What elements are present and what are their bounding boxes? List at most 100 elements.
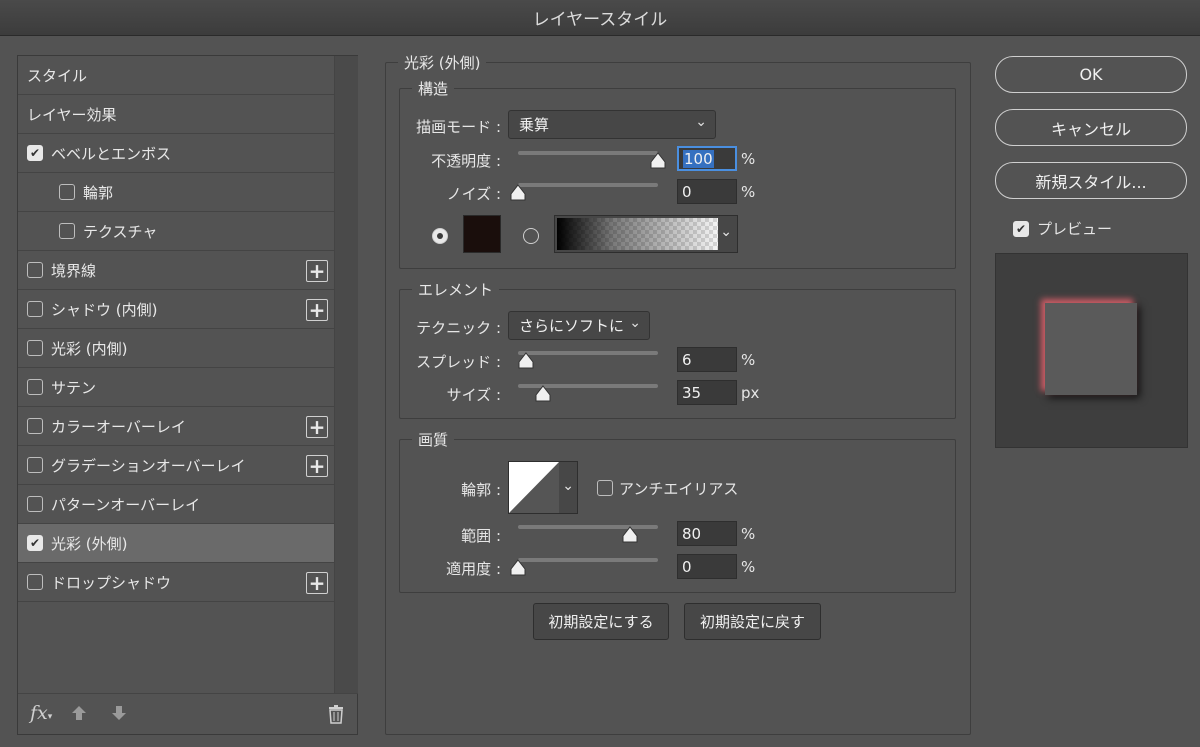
size-label: サイズ : xyxy=(446,386,501,404)
spread-unit: % xyxy=(741,351,756,369)
blend-mode-label: 描画モード : xyxy=(416,118,501,136)
preview-checkbox[interactable]: ✔ xyxy=(1013,220,1029,237)
cancel-button[interactable]: キャンセル xyxy=(995,109,1187,146)
jitter-input[interactable]: 0 xyxy=(677,554,737,579)
technique-value: さらにソフトに xyxy=(519,317,625,335)
technique-select[interactable]: さらにソフトに ⌄ xyxy=(508,311,650,340)
style-item-label: パターンオーバーレイ xyxy=(51,495,201,514)
blend-mode-select[interactable]: 乗算 ⌄ xyxy=(508,110,716,139)
style-item-label: カラーオーバーレイ xyxy=(51,417,186,436)
noise-unit: % xyxy=(741,183,756,201)
window-title: レイヤースタイル xyxy=(532,10,668,30)
style-item-checkbox[interactable] xyxy=(59,184,75,200)
opacity-label: 不透明度 : xyxy=(431,152,501,170)
style-item[interactable]: スタイル xyxy=(18,56,334,95)
preview-toggle[interactable]: ✔ プレビュー xyxy=(1013,218,1112,239)
style-item[interactable]: サテン xyxy=(18,368,334,407)
style-item[interactable]: シャドウ (内側) + xyxy=(18,290,334,329)
style-item-checkbox[interactable]: ✔ xyxy=(27,535,43,551)
spread-slider-track[interactable] xyxy=(518,351,658,355)
move-down-icon[interactable] xyxy=(110,704,128,727)
technique-label: テクニック : xyxy=(416,319,501,337)
style-item[interactable]: ✔ 光彩 (外側) xyxy=(18,524,334,563)
add-effect-plus-icon[interactable]: + xyxy=(306,299,328,321)
style-item[interactable]: グラデーションオーバーレイ + xyxy=(18,446,334,485)
gradient-radio[interactable] xyxy=(523,228,539,244)
styles-panel: スタイルレイヤー効果 ✔ ベベルとエンボス 輪郭テクスチャ境界線 + シャドウ (内側) +… xyxy=(17,55,358,735)
style-item-label: 境界線 xyxy=(51,261,97,280)
style-item[interactable]: パターンオーバーレイ xyxy=(18,485,334,524)
size-input[interactable]: 35 xyxy=(677,380,737,405)
style-item-checkbox[interactable] xyxy=(27,262,43,278)
style-item[interactable]: レイヤー効果 xyxy=(18,95,334,134)
jitter-slider-track[interactable] xyxy=(518,558,658,562)
noise-slider-thumb[interactable] xyxy=(509,184,527,202)
add-effect-plus-icon[interactable]: + xyxy=(306,260,328,282)
style-item[interactable]: 境界線 + xyxy=(18,251,334,290)
style-item-checkbox[interactable]: ✔ xyxy=(27,145,43,161)
window-title-bar: レイヤースタイル xyxy=(0,0,1200,36)
opacity-slider-thumb[interactable] xyxy=(649,152,667,170)
spread-label: スプレッド : xyxy=(416,353,501,371)
move-up-icon[interactable] xyxy=(70,704,88,727)
style-item-checkbox[interactable] xyxy=(27,340,43,356)
jitter-slider-thumb[interactable] xyxy=(509,559,527,577)
solid-color-radio[interactable] xyxy=(432,228,448,244)
style-item-checkbox[interactable] xyxy=(27,457,43,473)
gradient-picker[interactable]: ⌄ xyxy=(554,215,738,253)
style-item-checkbox[interactable] xyxy=(27,418,43,434)
style-item-checkbox[interactable] xyxy=(27,574,43,590)
glow-color-swatch[interactable] xyxy=(463,215,501,253)
style-item[interactable]: カラーオーバーレイ + xyxy=(18,407,334,446)
preview-label: プレビュー xyxy=(1037,220,1113,238)
style-item-checkbox[interactable] xyxy=(27,301,43,317)
chevron-down-icon: ⌄ xyxy=(629,315,641,331)
antialias-checkbox[interactable] xyxy=(597,480,613,496)
opacity-slider-track[interactable] xyxy=(518,151,658,155)
ok-button[interactable]: OK xyxy=(995,56,1187,93)
fx-menu-icon[interactable]: fx▾ xyxy=(30,702,52,724)
style-item-label: テクスチャ xyxy=(83,222,158,241)
style-item[interactable]: ドロップシャドウ + xyxy=(18,563,334,602)
reset-default-button[interactable]: 初期設定に戻す xyxy=(684,603,821,640)
trash-icon[interactable] xyxy=(327,704,345,729)
style-item-checkbox[interactable] xyxy=(59,223,75,239)
style-item-label: レイヤー効果 xyxy=(27,105,117,124)
style-item[interactable]: ✔ ベベルとエンボス xyxy=(18,134,334,173)
style-item-label: グラデーションオーバーレイ xyxy=(51,456,246,475)
antialias-label: アンチエイリアス xyxy=(619,480,739,498)
style-item[interactable]: 輪郭 xyxy=(18,173,334,212)
opacity-input[interactable]: 100 xyxy=(677,146,737,171)
contour-preview xyxy=(509,462,559,513)
preview-thumbnail xyxy=(1045,303,1137,395)
style-preview xyxy=(995,253,1188,448)
styles-list: スタイルレイヤー効果 ✔ ベベルとエンボス 輪郭テクスチャ境界線 + シャドウ (内側) +… xyxy=(18,56,334,602)
new-style-button[interactable]: 新規スタイル... xyxy=(995,162,1187,199)
range-input[interactable]: 80 xyxy=(677,521,737,546)
spread-input[interactable]: 6 xyxy=(677,347,737,372)
styles-footer: fx▾ xyxy=(18,693,358,736)
add-effect-plus-icon[interactable]: + xyxy=(306,455,328,477)
style-item[interactable]: テクスチャ xyxy=(18,212,334,251)
structure-legend: 構造 xyxy=(412,78,455,99)
contour-picker[interactable]: ⌄ xyxy=(508,461,578,514)
add-effect-plus-icon[interactable]: + xyxy=(306,572,328,594)
make-default-button[interactable]: 初期設定にする xyxy=(533,603,669,640)
range-slider-thumb[interactable] xyxy=(621,526,639,544)
noise-slider-track[interactable] xyxy=(518,183,658,187)
add-effect-plus-icon[interactable]: + xyxy=(306,416,328,438)
style-item-label: スタイル xyxy=(27,66,88,85)
style-item-checkbox[interactable] xyxy=(27,496,43,512)
size-slider-thumb[interactable] xyxy=(534,385,552,403)
style-item-label: シャドウ (内側) xyxy=(51,300,158,319)
opacity-unit: % xyxy=(741,150,756,168)
jitter-unit: % xyxy=(741,558,756,576)
styles-scrollbar[interactable] xyxy=(334,56,358,693)
contour-label: 輪郭 : xyxy=(461,481,501,499)
spread-slider-thumb[interactable] xyxy=(517,352,535,370)
noise-input[interactable]: 0 xyxy=(677,179,737,204)
range-label: 範囲 : xyxy=(461,527,501,545)
quality-legend: 画質 xyxy=(412,429,455,450)
style-item-checkbox[interactable] xyxy=(27,379,43,395)
style-item[interactable]: 光彩 (内側) xyxy=(18,329,334,368)
